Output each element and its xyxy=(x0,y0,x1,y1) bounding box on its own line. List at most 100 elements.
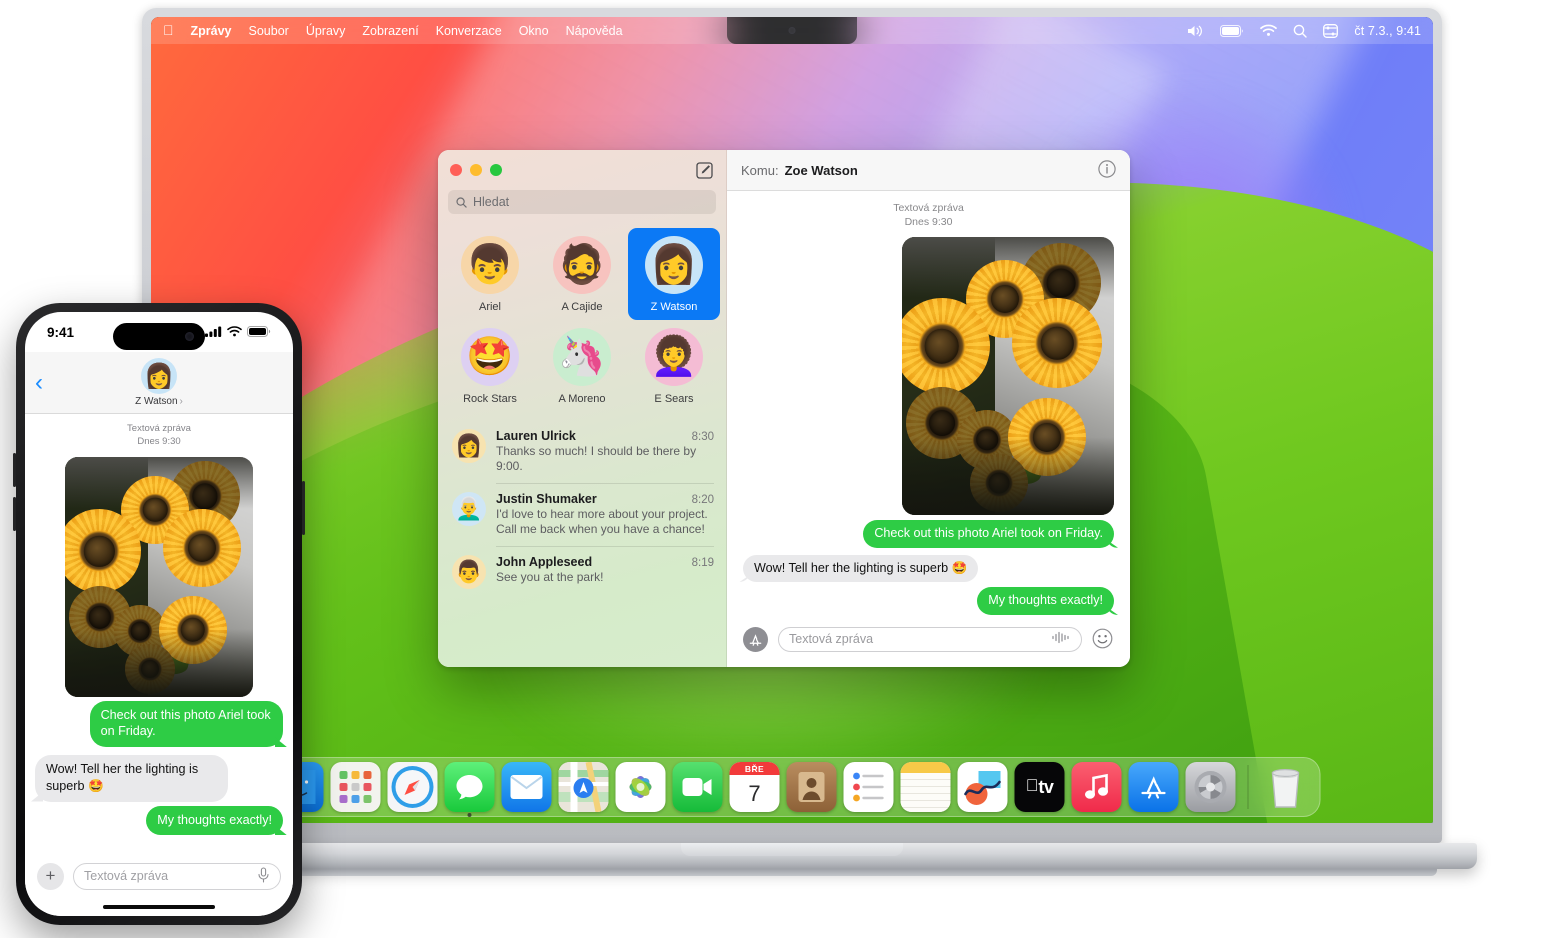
pin-a-moreno[interactable]: 🦄 A Moreno xyxy=(536,320,628,412)
dock-item-contacts[interactable] xyxy=(786,762,837,812)
photo-attachment[interactable] xyxy=(902,237,1114,516)
dock-item-stocks[interactable] xyxy=(957,762,1008,812)
pin-z-watson[interactable]: 👩 Z Watson xyxy=(628,228,720,320)
power-button[interactable] xyxy=(302,481,305,535)
list-item-header: John Appleseed 8:19 xyxy=(496,555,714,569)
dock-item-reminders[interactable] xyxy=(843,762,894,812)
contact-name: Z Watson › xyxy=(135,396,183,407)
app-store-icon[interactable] xyxy=(743,626,768,652)
battery-icon[interactable] xyxy=(1220,24,1244,37)
dock-item-facetime[interactable] xyxy=(672,762,723,812)
search-input[interactable]: Hledat xyxy=(448,190,716,214)
dock-item-app-store[interactable] xyxy=(1128,762,1179,812)
thread-header: Komu: Zoe Watson xyxy=(727,150,1130,191)
pin-a-cajide[interactable]: 🧔 A Cajide xyxy=(536,228,628,320)
dock-item-messages[interactable] xyxy=(444,762,495,817)
screenshot-root:  Zprávy Soubor Úpravy Zobrazení Konverz… xyxy=(0,0,1560,938)
calendar-month: BŘE xyxy=(729,762,780,775)
messages-sidebar: Hledat 👦 Ariel 🧔 A Cajide 👩 Z Watson 🤩 R… xyxy=(438,150,727,667)
list-item-header: Justin Shumaker 8:20 xyxy=(496,492,714,506)
dock-item-launchpad[interactable] xyxy=(330,762,381,812)
macbook-foot xyxy=(147,869,1437,876)
avatar: 👨 xyxy=(452,555,486,590)
zoom-button[interactable] xyxy=(490,164,502,176)
menu-item-zpravy[interactable]: Zprávy xyxy=(191,24,232,38)
dock-item-mail[interactable] xyxy=(501,762,552,812)
macbook-device:  Zprávy Soubor Úpravy Zobrazení Konverz… xyxy=(107,8,1477,888)
control-center-icon[interactable] xyxy=(1323,23,1339,38)
avatar: 🤩 xyxy=(461,328,519,386)
thread-timestamp-date: Dnes 9:30 xyxy=(137,436,181,448)
list-item[interactable]: 👩 Lauren Ulrick 8:30 Thanks so much! I s… xyxy=(438,420,726,483)
plus-icon[interactable]: + xyxy=(37,862,64,890)
home-indicator[interactable] xyxy=(103,905,215,909)
menu-item-zobrazeni[interactable]: Zobrazení xyxy=(362,24,418,38)
compose-icon[interactable] xyxy=(694,160,714,180)
chevron-right-icon: › xyxy=(179,396,183,407)
thread-timestamp-type: Textová zpráva xyxy=(127,423,191,434)
message-input[interactable]: Textová zpráva xyxy=(73,862,281,890)
menu-bar-status-items: čt 7.3., 9:41 xyxy=(1187,24,1421,38)
search-icon[interactable] xyxy=(1293,24,1308,38)
pin-rock-stars[interactable]: 🤩 Rock Stars xyxy=(444,320,536,412)
list-item-header: Lauren Ulrick 8:30 xyxy=(496,429,714,443)
menu-bar-clock[interactable]: čt 7.3., 9:41 xyxy=(1354,24,1421,38)
dock-divider xyxy=(1247,765,1249,809)
status-bar-time: 9:41 xyxy=(47,324,75,340)
sunflowers-photo xyxy=(65,456,253,697)
avatar: 👩‍🦱 xyxy=(645,328,703,386)
wifi-icon xyxy=(227,325,242,340)
list-item[interactable]: 👨‍🦳 Justin Shumaker 8:20 I'd love to hea… xyxy=(438,483,726,546)
dock-item-trash[interactable] xyxy=(1261,762,1311,812)
menu-item-upravy[interactable]: Úpravy xyxy=(306,24,346,38)
status-bar-indicators xyxy=(205,325,271,340)
minimize-button[interactable] xyxy=(470,164,482,176)
thread-timestamp: Textová zpráva Dnes 9:30 xyxy=(35,422,283,449)
pin-ariel[interactable]: 👦 Ariel xyxy=(444,228,536,320)
recipient-name[interactable]: Zoe Watson xyxy=(785,163,858,178)
volume-icon[interactable] xyxy=(1187,24,1204,38)
message-bubble-outgoing[interactable]: My thoughts exactly! xyxy=(146,805,283,836)
dock-item-calendar[interactable]: BŘE 7 xyxy=(729,762,780,812)
messages-window: Hledat 👦 Ariel 🧔 A Cajide 👩 Z Watson 🤩 R… xyxy=(438,150,1130,667)
apple-logo-icon[interactable]:  xyxy=(163,23,174,37)
dock-item-safari[interactable] xyxy=(387,762,438,812)
contact-name: Lauren Ulrick xyxy=(496,429,576,443)
list-item[interactable]: 👨 John Appleseed 8:19 See you at the par… xyxy=(438,546,726,598)
message-bubble-outgoing[interactable]: My thoughts exactly! xyxy=(977,587,1114,615)
close-button[interactable] xyxy=(450,164,462,176)
search-icon xyxy=(456,196,467,208)
menu-item-soubor[interactable]: Soubor xyxy=(249,24,289,38)
message-bubble-incoming[interactable]: Wow! Tell her the lighting is superb 🤩 xyxy=(743,554,979,583)
dock-item-apple-tv[interactable]: tv xyxy=(1014,762,1065,812)
pin-label: Rock Stars xyxy=(463,393,517,405)
message-thread-pane: Komu: Zoe Watson Textová zpráva Dnes 9:3… xyxy=(727,150,1130,667)
list-item-body: Justin Shumaker 8:20 I'd love to hear mo… xyxy=(496,492,714,537)
conversation-header[interactable]: 👩 Z Watson › xyxy=(35,358,283,407)
menu-item-okno[interactable]: Okno xyxy=(519,24,549,38)
dock-item-music[interactable] xyxy=(1071,762,1122,812)
wifi-icon[interactable] xyxy=(1260,24,1278,37)
menu-item-konverzace[interactable]: Konverzace xyxy=(436,24,502,38)
message-bubble-incoming[interactable]: Wow! Tell her the lighting is superb 🤩 xyxy=(35,755,229,802)
microphone-icon[interactable] xyxy=(257,866,270,886)
message-input-placeholder: Textová zpráva xyxy=(789,632,874,646)
dock-item-system-settings[interactable] xyxy=(1185,762,1236,812)
dock-item-maps[interactable] xyxy=(558,762,609,812)
info-icon[interactable] xyxy=(1098,159,1116,181)
message-input[interactable]: Textová zpráva xyxy=(778,626,1082,652)
audio-waveform-icon[interactable] xyxy=(1051,631,1071,647)
dock-item-photos[interactable] xyxy=(615,762,666,812)
photo-attachment[interactable] xyxy=(65,456,253,697)
pin-e-sears[interactable]: 👩‍🦱 E Sears xyxy=(628,320,720,412)
thread-timestamp-type: Textová zpráva xyxy=(893,202,964,214)
traffic-light-buttons xyxy=(450,164,502,176)
message-bubble-outgoing[interactable]: Check out this photo Ariel took on Frida… xyxy=(863,520,1114,548)
emoji-icon[interactable] xyxy=(1092,628,1114,650)
pin-label: A Cajide xyxy=(561,301,603,313)
menu-bar:  Zprávy Soubor Úpravy Zobrazení Konverz… xyxy=(151,17,1433,44)
conversation-list: 👩 Lauren Ulrick 8:30 Thanks so much! I s… xyxy=(438,420,726,667)
message-bubble-outgoing[interactable]: Check out this photo Ariel took on Frida… xyxy=(89,700,283,748)
menu-item-napoveda[interactable]: Nápověda xyxy=(566,24,623,38)
dock-item-notes[interactable] xyxy=(900,762,951,812)
